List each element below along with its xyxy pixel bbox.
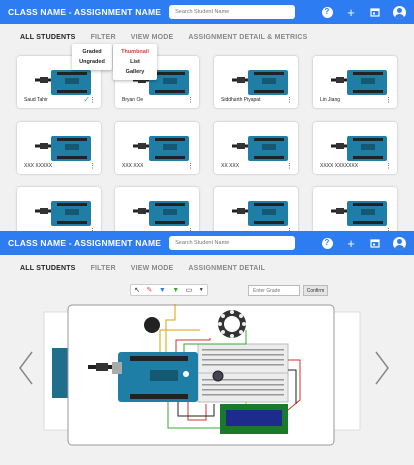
more-options-icon[interactable]: ⋮ [385,163,392,170]
tab-bar-detail: ALL STUDENTS FILTER VIEW MODE ASSIGNMENT… [0,255,414,281]
lcd-display [220,404,288,434]
highlighter-icon[interactable]: ▼ [172,287,179,294]
annotation-toolbar: ↖ ✎ ▼ ▼ ▭ ▼ [130,284,208,296]
more-options-icon[interactable]: ⋮ [286,97,293,104]
tab-filter[interactable]: FILTER [91,265,116,272]
arduino-thumbnail [133,136,189,161]
arduino-thumbnail [35,136,91,161]
arduino-thumbnail [232,70,288,95]
neopixel-ring [218,310,246,338]
student-card[interactable]: XXXX XXXXXXX ⋮ [313,122,397,174]
plus-icon[interactable]: + [345,6,357,19]
student-name: XXXX XXXXXXX [320,163,359,169]
student-card[interactable]: Lin Jiang ⋮ [313,56,397,108]
search-input-detail[interactable] [169,236,296,250]
student-card[interactable]: ⋮ [313,187,397,232]
calendar-icon[interactable] [369,237,381,249]
filter-menu: Graded Ungraded [72,44,112,70]
student-card[interactable]: ⋮ [115,187,199,232]
student-card[interactable]: ⋮ [17,187,101,232]
header-bar-detail: CLASS NAME - ASSIGNMENT NAME ? + [0,231,414,255]
more-options-icon[interactable]: ⋮ [385,97,392,104]
cursor-icon[interactable]: ↖ [134,286,140,294]
more-options-icon[interactable]: ⋮ [187,97,194,104]
student-card[interactable]: Siddharth Piyapat ⋮ [214,56,298,108]
student-card[interactable]: XXX XXXXX ⋮ [17,122,101,174]
filter-option-ungraded[interactable]: Ungraded [78,57,106,67]
arduino-thumbnail [232,201,288,226]
student-card[interactable]: ⋮ [214,187,298,232]
tab-all-students[interactable]: ALL STUDENTS [20,34,76,41]
buzzer [144,317,160,333]
confirm-button[interactable]: Confirm [303,285,328,296]
grade-input[interactable] [248,285,300,296]
student-name: Saud Tahir [24,97,48,103]
circuit-carousel [19,304,389,446]
account-avatar-icon[interactable] [393,5,406,19]
student-name: Lin Jiang [320,97,341,103]
pen-icon[interactable]: ✎ [147,286,153,294]
more-options-icon[interactable]: ⋮ [89,97,96,104]
chevron-down-icon[interactable]: ▼ [199,287,204,293]
arduino-thumbnail [133,201,189,226]
view-mode-option-gallery[interactable]: Gallery [119,67,151,77]
calendar-icon[interactable] [369,6,381,18]
chevron-left-icon[interactable] [19,351,33,385]
student-name: XXX XXX [122,163,144,169]
arduino-thumbnail [331,201,387,226]
account-avatar-icon[interactable] [393,236,406,250]
breadboard [197,343,289,403]
more-options-icon[interactable]: ⋮ [187,163,194,170]
student-card[interactable]: XX XXX ⋮ [214,122,298,174]
student-card[interactable]: XXX XXX ⋮ [115,122,199,174]
tab-assignment-detail-metrics[interactable]: ASSIGNMENT DETAIL & METRICS [188,34,307,41]
search-input[interactable] [169,5,296,19]
view-mode-option-thumbnail[interactable]: Thumbnail [119,47,151,57]
help-circle-icon[interactable]: ? [321,6,333,18]
arduino-thumbnail [331,136,387,161]
tab-assignment-detail[interactable]: ASSIGNMENT DETAIL [188,265,265,272]
tab-view-mode[interactable]: VIEW MODE [131,34,174,41]
plus-icon[interactable]: + [345,237,357,250]
arduino-thumbnail [331,70,387,95]
more-options-icon[interactable]: ⋮ [89,163,96,170]
header-bar: CLASS NAME - ASSIGNMENT NAME ? + [0,0,414,24]
arduino-thumbnail [232,136,288,161]
student-name: XXX XXXXX [24,163,53,169]
potentiometer [212,370,224,382]
help-circle-icon[interactable]: ? [321,237,333,249]
tab-filter[interactable]: FILTER [91,34,116,41]
chevron-right-icon[interactable] [375,351,389,385]
tab-all-students[interactable]: ALL STUDENTS [20,265,76,272]
marker-icon[interactable]: ▼ [159,287,166,294]
gallery-screen: CLASS NAME - ASSIGNMENT NAME ? + ALL STU… [0,0,414,232]
next-submission-card[interactable] [333,311,361,431]
arduino-board [112,352,198,402]
arduino-thumbnail [35,201,91,226]
page-title: CLASS NAME - ASSIGNMENT NAME [8,7,162,17]
filter-option-graded[interactable]: Graded [78,47,106,57]
student-name: XX XXX [221,163,240,169]
view-mode-menu: Thumbnail List Gallery [113,44,157,80]
more-options-icon[interactable]: ⋮ [286,163,293,170]
student-name: Bryan Oe [122,97,144,103]
tab-view-mode[interactable]: VIEW MODE [131,265,174,272]
view-mode-option-list[interactable]: List [119,57,151,67]
page-title-detail: CLASS NAME - ASSIGNMENT NAME [8,238,162,248]
tab-bar: ALL STUDENTS FILTER VIEW MODE ASSIGNMENT… [0,24,414,50]
student-name: Siddharth Piyapat [221,97,261,103]
eraser-icon[interactable]: ▭ [186,286,193,294]
